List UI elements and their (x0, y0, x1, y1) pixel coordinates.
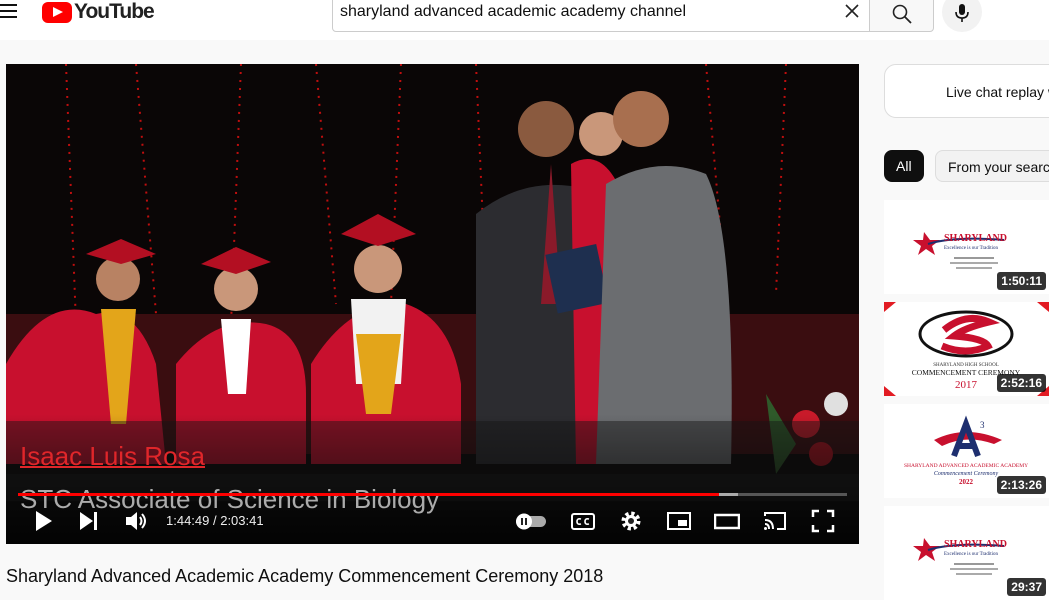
logo-text: YouTube (74, 0, 155, 23)
video-player[interactable]: Isaac Luis Rosa STC Associate of Science… (6, 64, 859, 544)
clear-search-icon[interactable] (840, 2, 864, 22)
svg-text:2022: 2022 (959, 478, 974, 486)
miniplayer-icon (667, 512, 691, 530)
svg-text:3: 3 (980, 420, 985, 430)
play-logo-icon (42, 1, 72, 23)
next-icon (80, 512, 97, 530)
live-chat-label: Live chat replay w (946, 84, 1049, 100)
duration-badge: 2:52:16 (996, 374, 1046, 392)
search-icon (892, 4, 912, 24)
fullscreen-icon (811, 509, 835, 533)
mic-icon (955, 4, 969, 22)
search-input[interactable] (340, 3, 820, 21)
theater-mode-button[interactable] (713, 508, 741, 534)
related-video-thumbnail[interactable]: SHARYLAND Excellence is our Tradition 29… (884, 506, 1049, 600)
related-video-thumbnail[interactable]: SHARYLAND Excellence is our Tradition 1:… (884, 200, 1049, 294)
chip-all[interactable]: All (884, 150, 924, 182)
duration-badge: 2:13:26 (996, 476, 1046, 494)
captions-icon (571, 513, 595, 530)
progress-bar[interactable] (18, 493, 847, 496)
menu-icon[interactable] (0, 4, 18, 20)
search-button[interactable] (869, 0, 934, 32)
duration-badge: 1:50:11 (997, 272, 1046, 290)
next-button[interactable] (76, 508, 102, 534)
search-box[interactable] (332, 0, 870, 32)
settings-button[interactable] (618, 508, 644, 534)
related-video-thumbnail[interactable]: 3 SHARYLAND ADVANCED ACADEMIC ACADEMY Co… (884, 404, 1049, 498)
top-bar: YouTube (0, 0, 1049, 40)
svg-text:Excellence is our Tradition: Excellence is our Tradition (944, 246, 999, 251)
graduate-name-caption: Isaac Luis Rosa (20, 441, 205, 471)
cast-icon (764, 512, 786, 530)
svg-text:SHARYLAND: SHARYLAND (944, 539, 1007, 550)
progress-played (18, 493, 720, 496)
svg-text:Commencement Ceremony: Commencement Ceremony (934, 471, 999, 477)
theater-icon (713, 513, 741, 530)
cast-button[interactable] (762, 508, 788, 534)
autoplay-toggle[interactable] (514, 508, 548, 534)
svg-text:SHARYLAND: SHARYLAND (944, 233, 1007, 244)
live-chat-replay-button[interactable]: Live chat replay w (884, 64, 1049, 118)
gear-icon (621, 511, 641, 531)
fullscreen-button[interactable] (810, 508, 836, 534)
captions-button[interactable] (570, 508, 596, 534)
svg-text:SHARYLAND ADVANCED ACADEMIC AC: SHARYLAND ADVANCED ACADEMIC ACADEMY (904, 463, 1028, 469)
miniplayer-button[interactable] (666, 508, 692, 534)
svg-text:2017: 2017 (955, 379, 978, 391)
youtube-logo[interactable]: YouTube (42, 0, 155, 24)
play-button[interactable] (31, 508, 57, 534)
svg-text:Excellence is our Tradition: Excellence is our Tradition (944, 552, 999, 557)
duration-badge: 29:37 (1007, 578, 1046, 596)
voice-search-button[interactable] (942, 0, 982, 32)
autoplay-toggle-icon (516, 513, 546, 530)
chip-from-your-search[interactable]: From your searc (935, 150, 1049, 182)
volume-button[interactable] (123, 508, 149, 534)
related-video-thumbnail[interactable]: SHARYLAND HIGH SCHOOL COMMENCEMENT CEREM… (884, 302, 1049, 396)
video-title: Sharyland Advanced Academic Academy Comm… (6, 566, 604, 586)
time-display: 1:44:49 / 2:03:41 (166, 513, 264, 528)
play-icon (36, 511, 52, 531)
volume-icon (126, 512, 146, 530)
player-controls: 1:44:49 / 2:03:41 (6, 504, 859, 538)
